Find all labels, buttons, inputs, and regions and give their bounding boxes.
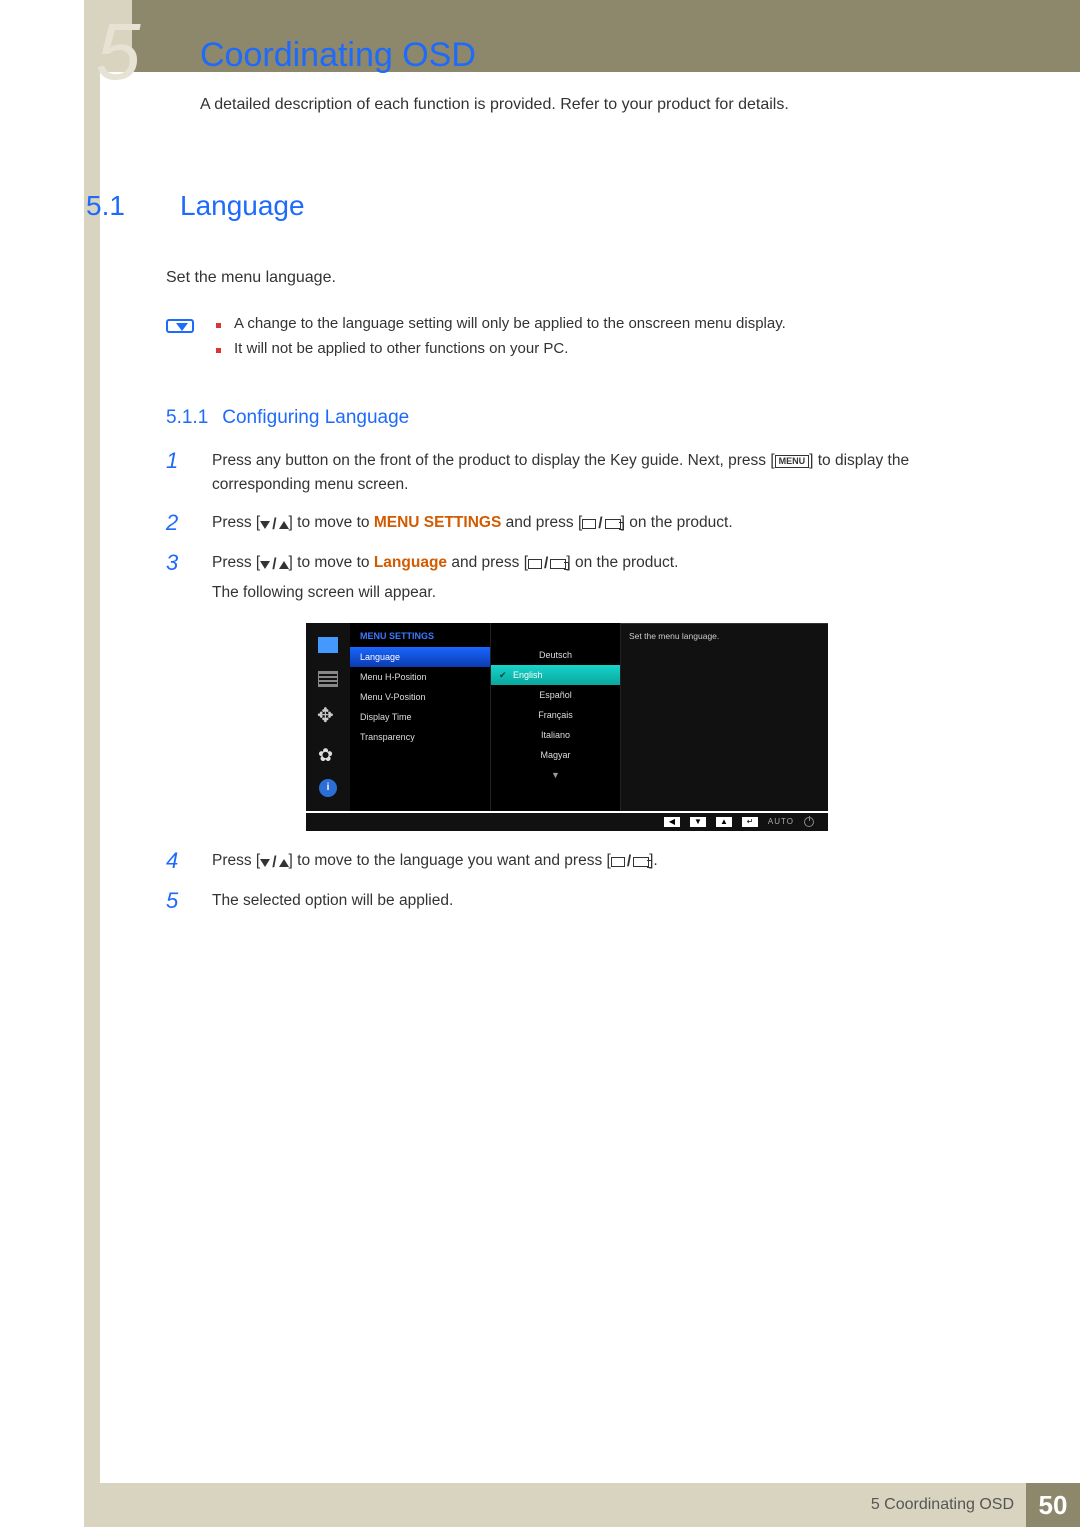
down-up-arrows-icon: / [260,851,288,875]
osd-panel: i MENU SETTINGS Language Menu H-Position… [306,623,828,811]
step-text-part: ] to move to [289,514,374,531]
step-text-part: Press [ [212,554,260,571]
osd-menu-item: Menu V-Position [350,687,490,707]
step: 5 The selected option will be applied. [166,889,994,913]
note-item: It will not be applied to other function… [216,340,786,357]
step-number: 5 [166,889,188,913]
osd-language-option: Deutsch [491,645,620,665]
osd-footer-up-icon: ▲ [716,817,732,827]
step-text-part: and press [ [447,554,528,571]
osd-menu-item: Display Time [350,707,490,727]
note-block: A change to the language setting will on… [166,315,994,365]
step-number: 4 [166,849,188,873]
step-text-part: Press any button on the front of the pro… [212,452,775,469]
step-text-part: and press [ [501,514,582,531]
settings-tab-icon [318,745,338,761]
osd-menu-item: Transparency [350,727,490,747]
step-text-part: ] to move to the language you want and p… [289,852,611,869]
osd-footer: ◀ ▼ ▲ ↵ AUTO [306,811,828,831]
page-subtitle: A detailed description of each function … [200,96,789,114]
osd-language-option: Magyar [491,745,620,765]
osd-description: Set the menu language. [620,623,828,811]
osd-footer-left-icon: ◀ [664,817,680,827]
subsection-number: 5.1.1 [166,407,208,429]
step: 2 Press [/] to move to MENU SETTINGS and… [166,511,994,537]
osd-language-option: Italiano [491,725,620,745]
subsection-title: Configuring Language [222,407,409,429]
page-title: Coordinating OSD [200,36,476,75]
enter-source-icon: / [528,552,566,576]
step-text: Press [/] to move to the language you wa… [212,849,658,875]
enter-source-icon: / [611,850,649,874]
step-text-part: Press [ [212,514,260,531]
step-text-part: Press [ [212,852,260,869]
page-footer: 5 Coordinating OSD 50 [100,1483,1080,1527]
step-text: The selected option will be applied. [212,889,453,913]
down-up-arrows-icon: / [260,553,288,577]
menu-settings-label: MENU SETTINGS [374,514,501,531]
footer-chapter-label: 5 Coordinating OSD [871,1496,1014,1514]
step-subtext: The following screen will appear. [212,581,678,605]
osd-language-option: Español [491,685,620,705]
section-heading: 5.1 Language [86,190,994,222]
osd-menu-column: MENU SETTINGS Language Menu H-Position M… [350,623,490,811]
step: 4 Press [/] to move to the language you … [166,849,994,875]
osd-language-option-selected: English [491,665,620,685]
step-text: Press any button on the front of the pro… [212,449,994,497]
enter-source-icon: / [582,512,620,536]
note-list: A change to the language setting will on… [216,315,786,365]
step-number: 1 [166,449,188,473]
osd-tab-rail: i [306,623,350,811]
step-number: 2 [166,511,188,535]
step: 3 Press [/] to move to Language and pres… [166,551,994,605]
step-text-part: ] to move to [289,554,374,571]
note-item: A change to the language setting will on… [216,315,786,332]
osd-screenshot: i MENU SETTINGS Language Menu H-Position… [306,623,828,831]
info-tab-icon: i [319,779,337,797]
menu-button-glyph: MENU [775,455,810,468]
step-text: Press [/] to move to Language and press … [212,551,678,605]
section-intro: Set the menu language. [166,266,994,291]
osd-menu-header: MENU SETTINGS [350,623,490,647]
list-tab-icon [318,671,338,687]
osd-menu-item: Menu H-Position [350,667,490,687]
position-tab-icon [317,705,339,727]
section-body: 5.1 Language Set the menu language. A ch… [86,190,994,927]
down-up-arrows-icon: / [260,513,288,537]
subsection-heading: 5.1.1 Configuring Language [166,407,994,429]
section-number: 5.1 [86,190,158,222]
step-number: 3 [166,551,188,575]
osd-language-column: Deutsch English Español Français Italian… [490,623,620,811]
osd-menu-item-selected: Language [350,647,490,667]
step-text-part: ] on the product. [621,514,733,531]
step: 1 Press any button on the front of the p… [166,449,994,497]
language-label: Language [374,554,447,571]
osd-footer-down-icon: ▼ [690,817,706,827]
osd-footer-auto-label: AUTO [768,817,794,826]
osd-footer-power-icon [804,817,814,827]
osd-footer-enter-icon: ↵ [742,817,758,827]
section-title: Language [180,190,305,222]
steps-list: 1 Press any button on the front of the p… [166,449,994,913]
footer-page-number: 50 [1026,1483,1080,1527]
picture-tab-icon [318,637,338,653]
step-text-part: ] on the product. [566,554,678,571]
osd-scroll-down-icon: ▼ [491,765,620,785]
note-icon [166,319,194,333]
step-text: Press [/] to move to MENU SETTINGS and p… [212,511,733,537]
chapter-number: 5 [96,12,137,92]
osd-language-option: Français [491,705,620,725]
